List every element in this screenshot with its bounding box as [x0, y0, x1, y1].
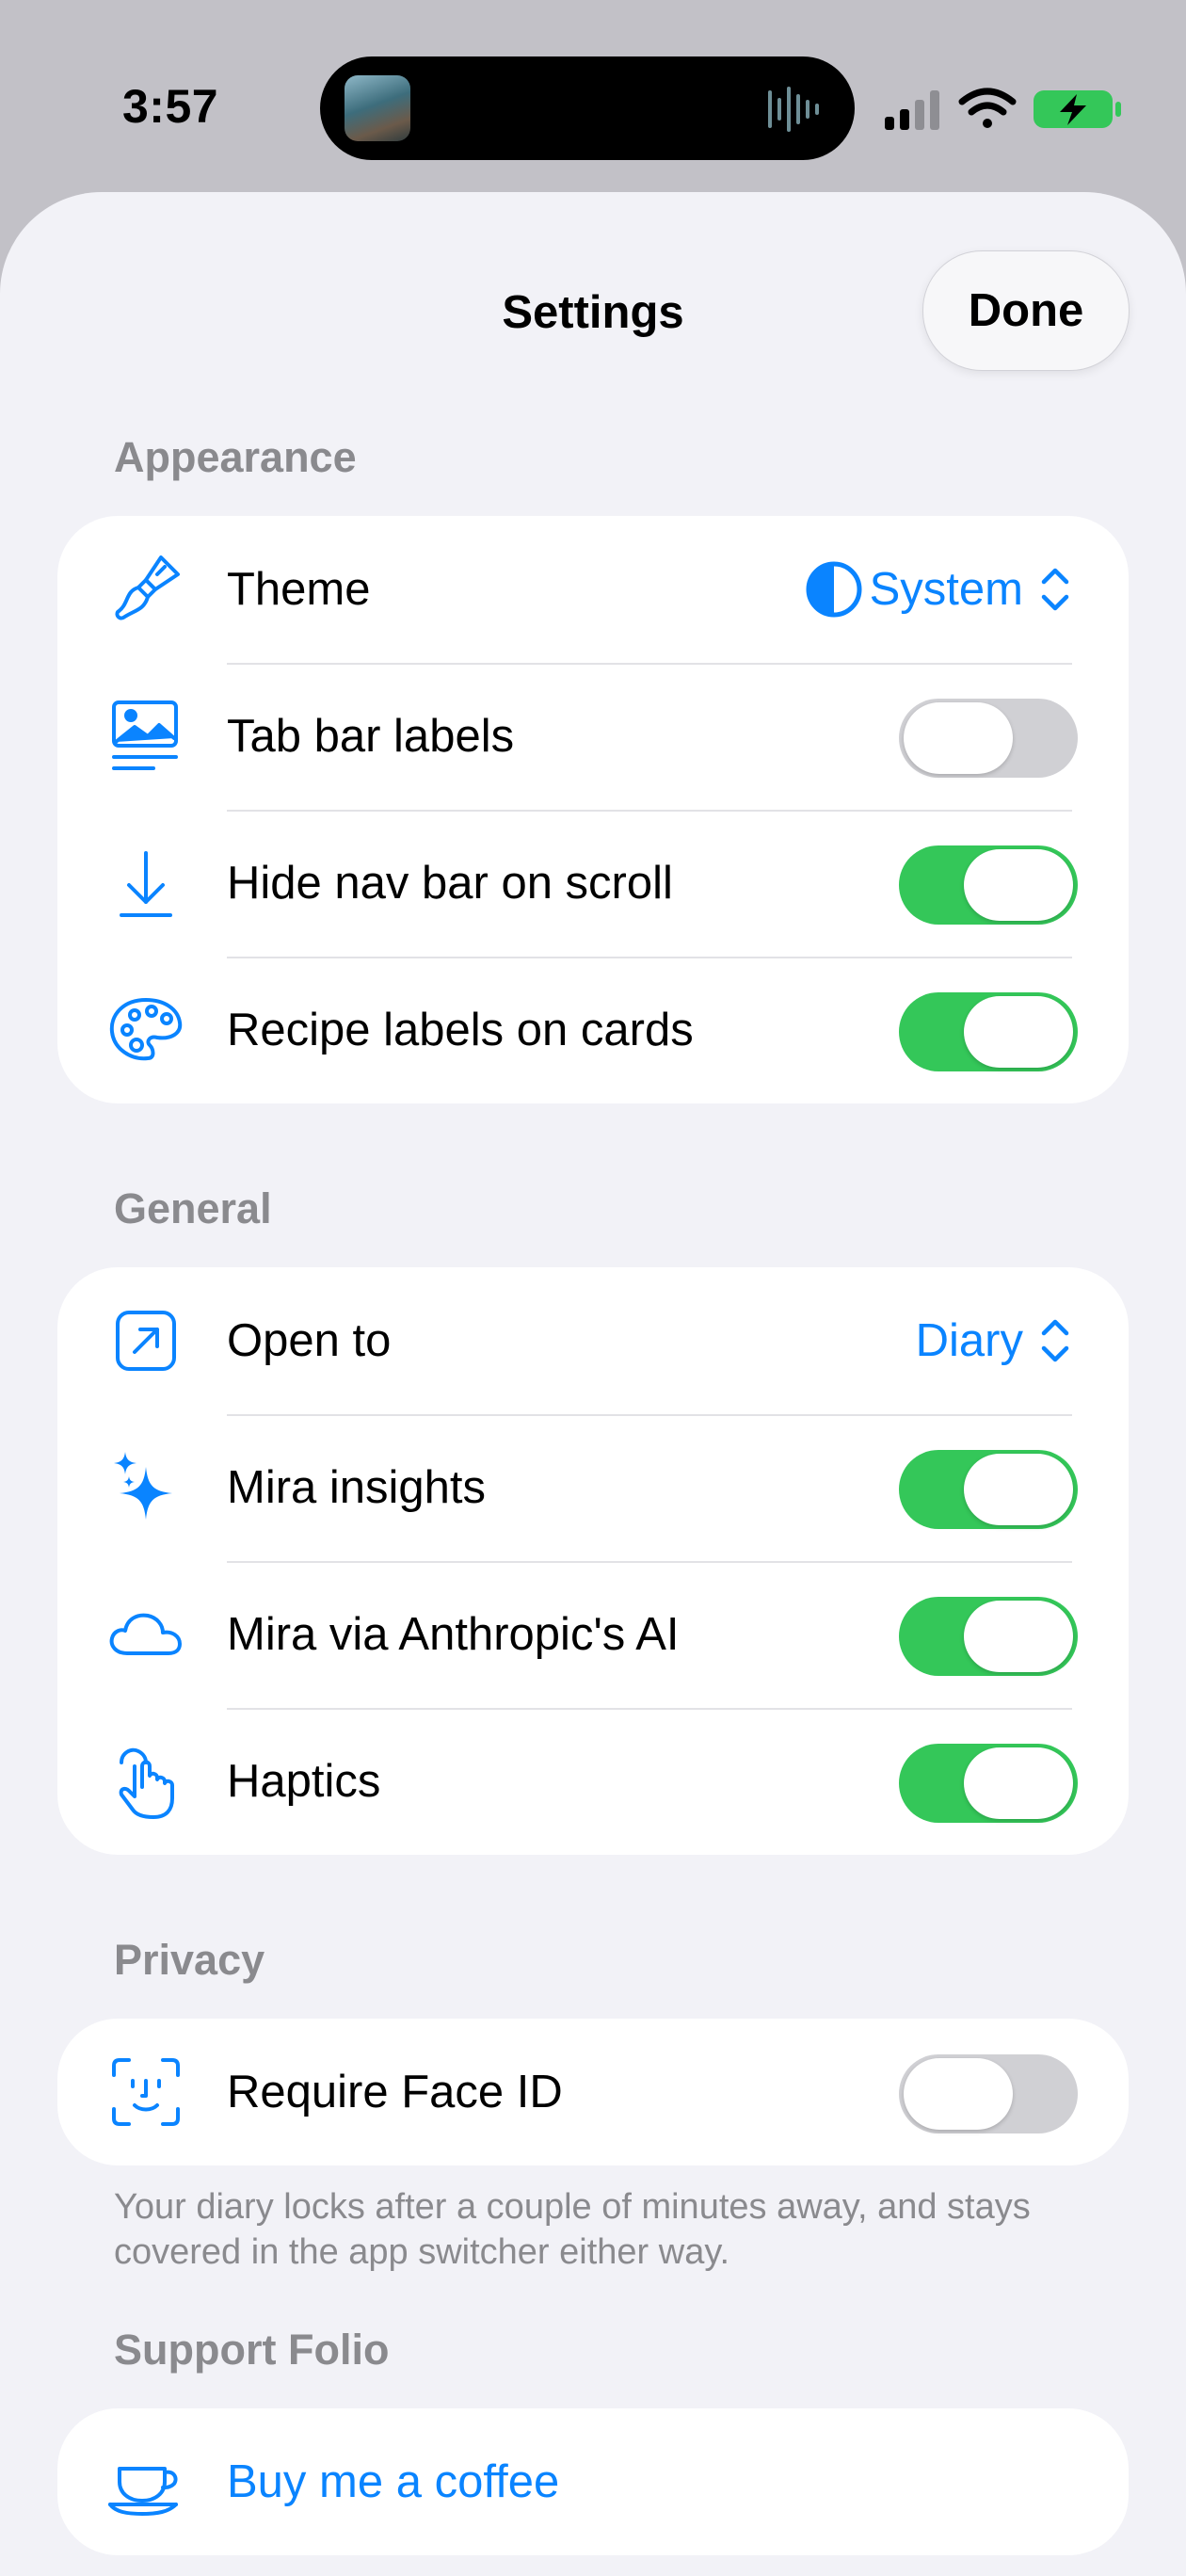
dynamic-island[interactable] — [320, 56, 855, 160]
open-to-picker[interactable]: Diary — [916, 1267, 1074, 1414]
theme-picker[interactable]: System — [804, 516, 1074, 663]
buy-coffee-label: Buy me a coffee — [227, 2456, 560, 2507]
open-to-value: Diary — [915, 1315, 1023, 1366]
appearance-card: Theme System Tab bar labels Hide nav bar… — [57, 516, 1129, 1103]
recipe-labels-row: Recipe labels on cards — [57, 957, 1129, 1103]
recipe-labels-label: Recipe labels on cards — [227, 1005, 694, 1055]
privacy-card: Require Face ID — [57, 2019, 1129, 2165]
coffee-cup-icon — [106, 2442, 185, 2521]
haptics-row: Haptics — [57, 1708, 1129, 1855]
mira-insights-row: Mira insights — [57, 1414, 1129, 1561]
haptics-toggle[interactable] — [899, 1744, 1078, 1823]
hide-nav-bar-row: Hide nav bar on scroll — [57, 810, 1129, 957]
tab-bar-labels-row: Tab bar labels — [57, 663, 1129, 810]
section-header-privacy: Privacy — [114, 1936, 265, 1984]
status-bar: 3:57 — [0, 0, 1186, 188]
wifi-icon — [958, 88, 1017, 128]
recipe-labels-toggle[interactable] — [899, 992, 1078, 1071]
face-id-icon — [106, 2053, 185, 2132]
general-card: Open to Diary Mira insights Mira via Ant… — [57, 1267, 1129, 1855]
arrow-up-right-square-icon — [106, 1301, 185, 1380]
haptics-label: Haptics — [227, 1756, 381, 1807]
battery-icon — [1034, 90, 1121, 128]
theme-label: Theme — [227, 564, 371, 615]
cellular-signal-icon — [885, 90, 939, 130]
hide-nav-bar-toggle[interactable] — [899, 845, 1078, 925]
audio-waveform-icon — [768, 87, 819, 132]
mira-insights-label: Mira insights — [227, 1462, 487, 1513]
support-card: Buy me a coffee — [57, 2408, 1129, 2555]
hide-nav-bar-label: Hide nav bar on scroll — [227, 858, 673, 909]
section-header-support: Support Folio — [114, 2326, 390, 2374]
theme-row[interactable]: Theme System — [57, 516, 1129, 663]
paintbrush-icon — [106, 550, 185, 629]
tab-bar-labels-label: Tab bar labels — [227, 711, 515, 762]
open-to-label: Open to — [227, 1315, 392, 1366]
now-playing-artwork — [345, 75, 410, 141]
open-to-row[interactable]: Open to Diary — [57, 1267, 1129, 1414]
hand-tap-icon — [106, 1742, 185, 1821]
status-indicators — [885, 88, 1121, 130]
section-header-general: General — [114, 1184, 272, 1232]
tab-bar-labels-toggle[interactable] — [899, 699, 1078, 778]
face-id-toggle[interactable] — [899, 2054, 1078, 2133]
buy-coffee-row[interactable]: Buy me a coffee — [57, 2408, 1129, 2555]
chevron-up-down-icon — [1041, 568, 1069, 611]
half-circle-icon — [806, 561, 862, 618]
palette-icon — [106, 990, 185, 1070]
mira-insights-toggle[interactable] — [899, 1450, 1078, 1529]
theme-value: System — [869, 564, 1023, 615]
settings-sheet: Settings Done Appearance Theme System Ta… — [0, 192, 1186, 2576]
done-button[interactable]: Done — [922, 250, 1130, 371]
section-header-appearance: Appearance — [114, 433, 357, 481]
status-time: 3:57 — [122, 80, 219, 133]
mira-ai-label: Mira via Anthropic's AI — [227, 1609, 680, 1660]
photo-text-icon — [106, 697, 185, 776]
arrow-down-to-line-icon — [106, 844, 185, 923]
chevron-up-down-icon — [1041, 1319, 1069, 1362]
sparkles-icon — [106, 1448, 185, 1527]
cloud-icon — [106, 1595, 185, 1674]
mira-ai-row: Mira via Anthropic's AI — [57, 1561, 1129, 1708]
privacy-footnote: Your diary locks after a couple of minut… — [114, 2187, 1031, 2272]
face-id-row: Require Face ID — [57, 2019, 1129, 2165]
face-id-label: Require Face ID — [227, 2067, 563, 2117]
mira-ai-toggle[interactable] — [899, 1597, 1078, 1676]
